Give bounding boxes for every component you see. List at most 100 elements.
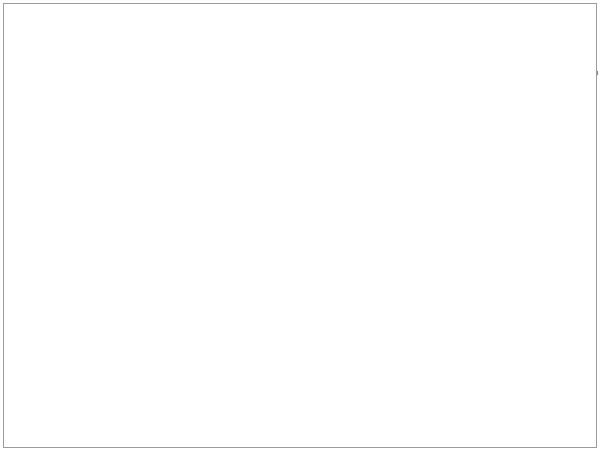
tab-share[interactable]: Share: [252, 33, 287, 51]
view-clipping-button[interactable]: View Clipping: [533, 56, 565, 92]
navigation-button[interactable]: Navigation: [568, 56, 596, 83]
list-by-selection-icon[interactable]: [50, 146, 62, 164]
normalization-select[interactable]: <None>: [478, 198, 581, 211]
link-cursors-button[interactable]: Link Cursors: [91, 54, 119, 86]
class-row-2[interactable]: ≤ 100 More than 80%: [420, 333, 587, 350]
tab-histogram[interactable]: Histogram: [461, 271, 509, 285]
scale-combobox[interactable]: 1:227,055: [219, 421, 277, 434]
symbology-menu-icon[interactable]: [555, 118, 561, 121]
map-tab-menu-icon[interactable]: [401, 119, 407, 122]
add-animation-label[interactable]: Add: [370, 59, 382, 66]
more-menu[interactable]: More: [558, 290, 575, 299]
class2-upper-value[interactable]: ≤ 100: [472, 336, 524, 347]
search-options-icon[interactable]: [195, 136, 201, 139]
catalog-pane-icon[interactable]: [158, 57, 169, 66]
avatar[interactable]: AN: [473, 10, 487, 24]
set-expression-button[interactable]: X: [567, 182, 581, 195]
dock-tab-symbology[interactable]: Symbology: [415, 419, 480, 434]
map-edge-control[interactable]: [215, 215, 223, 237]
tab-project[interactable]: Project: [4, 33, 43, 51]
checkbox-checked[interactable]: ✓: [30, 265, 39, 274]
locate-icon[interactable]: ⌖: [358, 422, 363, 432]
class1-upper-value[interactable]: ≤ 80: [472, 319, 524, 330]
pause-draw-icon[interactable]: ‖: [396, 423, 400, 432]
tab-insert[interactable]: Insert: [72, 33, 106, 51]
document-title[interactable]: Assess Sensitivity to Attribute Uncertai…: [186, 11, 343, 20]
contents-pane-icon[interactable]: [158, 70, 169, 79]
search-input[interactable]: Search: [25, 131, 205, 144]
link-views-button[interactable]: Link Views: [62, 54, 90, 91]
tab-classes[interactable]: Classes: [420, 271, 461, 285]
undo-dropdown-icon[interactable]: [80, 14, 86, 17]
contents-menu-icon[interactable]: [175, 118, 181, 121]
view-mode2-icon[interactable]: [13, 68, 24, 77]
globe-tool-icon[interactable]: [134, 9, 147, 22]
notifications-bell-icon[interactable]: [497, 8, 506, 26]
dock-tab-menu-icon[interactable]: [586, 427, 592, 430]
symbology-close-icon[interactable]: ✕: [580, 115, 587, 124]
geoprocessing-pane-icon[interactable]: [176, 57, 187, 66]
catalog-view-icon[interactable]: [176, 70, 187, 79]
tab-scales[interactable]: Scales: [509, 271, 546, 285]
tab-data[interactable]: Data: [549, 32, 580, 50]
explore-tool-icon[interactable]: ✣: [151, 9, 164, 22]
tree-search-icon[interactable]: [183, 133, 191, 141]
list-by-charts-icon[interactable]: [124, 146, 137, 164]
layer-map[interactable]: Prioritizing Poverty Zones: [15, 183, 121, 192]
search-icon[interactable]: [334, 11, 344, 29]
symbol-layer-drawing-tab-icon[interactable]: [462, 129, 475, 147]
save-project-icon[interactable]: [46, 9, 59, 22]
layer-basemap[interactable]: ✓ World Topographic Map: [23, 412, 114, 421]
class1-symbol-swatch[interactable]: [423, 319, 439, 329]
remove-animation-label[interactable]: Remove: [368, 75, 394, 82]
convert-button[interactable]: Convert: [28, 54, 53, 83]
view-mode3-icon[interactable]: [13, 80, 24, 89]
dock-tab-geoprocessing[interactable]: Geoprocessing: [480, 419, 559, 434]
class1-symbol-dropdown-icon[interactable]: [462, 323, 468, 326]
tab-edit[interactable]: Edit: [181, 33, 209, 51]
classes-select[interactable]: 2: [478, 230, 581, 243]
vary-symbology-tab-icon[interactable]: [441, 129, 454, 147]
tab-analysis[interactable]: Analysis: [106, 33, 150, 51]
chart-item-comparison[interactable]: Comparison of Predominant Category with …: [53, 383, 225, 393]
layer-sensitivity[interactable]: ✓ Sensitivity Analysis of Hot Spots: Att…: [23, 201, 210, 210]
layer-instability[interactable]: ✓ Instability: [35, 213, 85, 222]
tasks-pane-icon[interactable]: [176, 83, 187, 92]
scale-symbols-tab-icon[interactable]: [502, 129, 515, 147]
pointer-coords-icon[interactable]: ◈: [332, 423, 338, 432]
undo-icon[interactable]: ↺: [63, 9, 76, 22]
tab-feature-layer[interactable]: Feature Layer: [439, 32, 504, 50]
chart-item-stability[interactable]: Stability of Predominant Hot Spot Catego…: [53, 398, 210, 408]
add-class-icon[interactable]: [536, 290, 548, 299]
symbology-options-menu-icon[interactable]: ≡: [581, 133, 587, 144]
ribbon-collapse-icon[interactable]: [585, 99, 591, 102]
search-windows-icon[interactable]: [198, 72, 207, 80]
class2-symbol-swatch[interactable]: [423, 336, 439, 346]
method-select[interactable]: Manual Interval: [478, 214, 581, 227]
panel-splitter[interactable]: •••: [416, 259, 591, 266]
redo-icon[interactable]: ↻: [90, 9, 103, 22]
update-thumbnail-icon[interactable]: ↓: [275, 68, 281, 78]
symbology-filter-tab-icon[interactable]: [483, 129, 494, 147]
map-canvas[interactable]: [215, 131, 412, 417]
sync-views-icon[interactable]: ⟳: [198, 57, 206, 68]
open-icon[interactable]: [29, 9, 42, 22]
selection-box-icon[interactable]: ⊡: [379, 423, 386, 432]
class-row-1[interactable]: ≤ 80 Fewer than 80%: [420, 316, 587, 333]
help-button[interactable]: ?: [516, 12, 528, 22]
list-by-labeling-icon[interactable]: [105, 146, 118, 164]
contents-pin-icon[interactable]: [187, 114, 194, 125]
checkbox-checked[interactable]: ✓: [30, 201, 39, 210]
view-mode-icon[interactable]: [13, 56, 24, 65]
redo-dropdown-icon[interactable]: [107, 14, 113, 17]
class1-label[interactable]: Fewer than 80%: [524, 319, 587, 330]
enable-location-button[interactable]: Enable Location: [412, 54, 454, 91]
expander-icon[interactable]: [14, 184, 21, 191]
field-select[interactable]: Gi* Bin Percentage: [478, 182, 564, 195]
effects-button[interactable]: Effects: [464, 56, 494, 85]
tab-view[interactable]: View: [150, 33, 181, 51]
color-scheme-ramp[interactable]: [478, 247, 562, 258]
thumbnail-icon[interactable]: [272, 56, 283, 65]
layer-hotspots[interactable]: ✓ HotSpotsofChildhoodPoverty_AttributeUn…: [23, 265, 208, 274]
attribute-table-icon[interactable]: ▦: [294, 423, 302, 432]
